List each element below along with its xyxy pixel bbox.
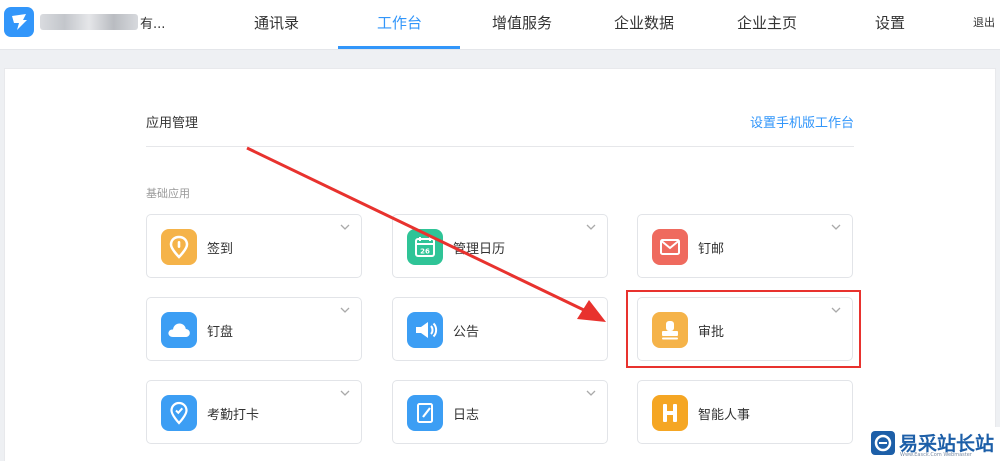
- watermark-subtext: Www.Easck.Com Webmaster: [900, 452, 972, 458]
- annotation-arrow: [246, 146, 606, 322]
- site-watermark: 易采站长站 Www.Easck.Com Webmaster: [867, 427, 1000, 461]
- watermark-logo-icon: [871, 431, 895, 455]
